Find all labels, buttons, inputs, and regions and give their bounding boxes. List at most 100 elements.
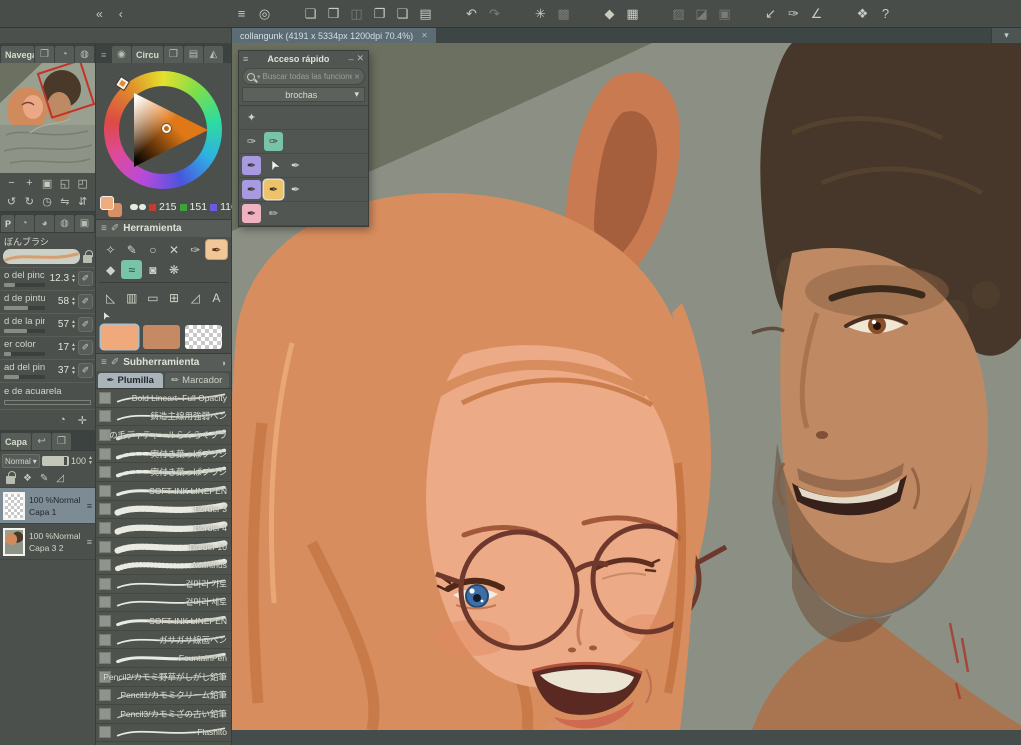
- brush-list-item[interactable]: Pencil1/カモミクリーム鉛筆: [96, 687, 231, 706]
- brush-list-item[interactable]: Pencil2/カモミ野草がしがし鉛筆: [96, 668, 231, 687]
- rotate-left-button[interactable]: ↺: [3, 193, 20, 209]
- brush-list-item[interactable]: FountainPen: [96, 649, 231, 668]
- sep[interactable]: [506, 3, 529, 25]
- export-as-icon[interactable]: ❑: [391, 3, 414, 25]
- transparent-swatch[interactable]: [185, 325, 222, 349]
- layer-thumbnail[interactable]: [3, 528, 25, 556]
- eyedropper-tool[interactable]: ✧: [100, 240, 121, 259]
- minimize-icon[interactable]: –: [348, 54, 353, 64]
- frame-border-tool[interactable]: ⊞: [163, 288, 184, 307]
- flip-horizontal-button[interactable]: ⇋: [56, 193, 73, 209]
- blend-tool-active[interactable]: ≈: [121, 260, 142, 279]
- pen-shortcut-tile[interactable]: ✒: [264, 180, 283, 199]
- tab-layers[interactable]: Capa: [1, 433, 31, 450]
- color-wheel[interactable]: [96, 63, 231, 195]
- brush-list-item[interactable]: 겉머리 세로: [96, 594, 231, 613]
- tab-color-set2-icon[interactable]: ▤: [184, 46, 203, 63]
- selection-ruler-icon[interactable]: ∠: [805, 3, 828, 25]
- pen-tool[interactable]: ✎: [121, 240, 142, 259]
- panel-menu-icon[interactable]: ≡: [97, 46, 111, 63]
- pen-shortcut-tile[interactable]: ✒: [242, 180, 261, 199]
- panel-menu-icon[interactable]: ≡: [101, 357, 107, 368]
- brush-list-item[interactable]: SOFT-INK LINEPEN: [96, 612, 231, 631]
- fit-screen-button[interactable]: ▣: [39, 175, 56, 191]
- lock-layer-icon[interactable]: [6, 476, 15, 484]
- layer-row[interactable]: 100 %Normal Capa 1 ≡: [0, 488, 95, 524]
- layer-handle-icon[interactable]: ≡: [87, 501, 92, 511]
- slider-dynamics-button[interactable]: ✐: [78, 294, 93, 309]
- fill-icon[interactable]: ◆: [598, 3, 621, 25]
- marker-shortcut-tile[interactable]: ✏: [264, 204, 283, 223]
- brush-list-item[interactable]: Border 10: [96, 538, 231, 557]
- slider-stepper[interactable]: ▲▼: [71, 343, 76, 353]
- brush-list-item[interactable]: Flashito: [96, 724, 231, 743]
- close-icon[interactable]: ✕: [356, 53, 364, 64]
- panel-menu-icon[interactable]: ≡: [101, 223, 107, 234]
- tab-information-icon[interactable]: ◍: [75, 46, 94, 63]
- foreground-background-swatches[interactable]: [99, 196, 127, 218]
- sub-color-swatch[interactable]: [143, 325, 180, 349]
- brush-list-item[interactable]: 겉머리 가로: [96, 575, 231, 594]
- tab-brush-size-icon[interactable]: ◔: [15, 215, 34, 232]
- selection-border-icon[interactable]: ▣: [713, 3, 736, 25]
- collapse-panels-icon[interactable]: «: [96, 7, 103, 21]
- sep[interactable]: [644, 3, 667, 25]
- balloon-tool[interactable]: ◙: [142, 260, 163, 279]
- menu-icon[interactable]: ≡: [230, 3, 253, 25]
- search-clear-icon[interactable]: ✕: [354, 73, 360, 81]
- fit-window-button[interactable]: ◰: [74, 175, 91, 191]
- brush-list-item[interactable]: SOFT-INK LINEPEN: [96, 482, 231, 501]
- tab-tool-property[interactable]: P: [1, 215, 14, 232]
- brush-tool[interactable]: ✑: [185, 240, 206, 259]
- tab-subview-icon[interactable]: ◔: [55, 46, 74, 63]
- slider-dynamics-button[interactable]: ✐: [78, 317, 93, 332]
- fill-tool[interactable]: ◆: [100, 260, 121, 279]
- slider-stepper[interactable]: ▲▼: [71, 297, 76, 307]
- tab-history-icon[interactable]: ▣: [75, 215, 94, 232]
- back-icon[interactable]: ‹: [119, 7, 123, 21]
- lasso-tool[interactable]: ○: [142, 240, 163, 259]
- tab-navigator[interactable]: Navega: [1, 46, 34, 63]
- tool-property-slider[interactable]: d de pintura 58 ▲▼ ✐: [0, 290, 95, 313]
- add-item-tile[interactable]: ✦: [242, 108, 261, 127]
- clear-icon[interactable]: ✳: [529, 3, 552, 25]
- decoration-tool[interactable]: ❋: [163, 260, 184, 279]
- selection-launcher-icon[interactable]: ↙: [759, 3, 782, 25]
- set-select-dropdown[interactable]: brochas ▾: [242, 87, 365, 102]
- zoom-out-button[interactable]: −: [3, 175, 20, 191]
- slider-dynamics-button[interactable]: ✐: [78, 340, 93, 355]
- tab-intermediate-color-icon[interactable]: ◭: [204, 46, 223, 63]
- figure-tool[interactable]: ◿: [185, 288, 206, 307]
- canvas[interactable]: ≡ Acceso rápido – ✕ ▾ Buscar todas las f…: [232, 43, 1021, 745]
- brush-list-item[interactable]: Bold Lineart~Full Opacity: [96, 389, 231, 408]
- sep[interactable]: [437, 3, 460, 25]
- sep[interactable]: [736, 3, 759, 25]
- tab-color-wheel[interactable]: Circu: [132, 46, 163, 63]
- brush-list-item[interactable]: 鋳造主線用強弱ペン: [96, 408, 231, 427]
- cursor-shortcut-tile[interactable]: ➤: [261, 153, 286, 178]
- sep[interactable]: [575, 3, 598, 25]
- tool-property-slider[interactable]: o del pincel 12.3 ▲▼ ✐: [0, 267, 95, 290]
- sep[interactable]: [828, 3, 851, 25]
- app-logo-icon[interactable]: ◎: [253, 3, 276, 25]
- help-icon[interactable]: ?: [874, 3, 897, 25]
- brush-list-item[interactable]: 実付き葉っぱブラシ: [96, 445, 231, 464]
- color-wheel-icon[interactable]: ◉: [112, 46, 131, 63]
- tab-color-set-icon[interactable]: ◕: [35, 215, 54, 232]
- gradient-tool[interactable]: ▥: [121, 288, 142, 307]
- brush-list-item[interactable]: Pencil3/カモミざの古い鉛筆: [96, 705, 231, 724]
- tab-quick-access-icon[interactable]: ❐: [35, 46, 54, 63]
- pen-shortcut-tile[interactable]: ✒: [242, 156, 261, 175]
- slider-stepper[interactable]: ▲▼: [71, 320, 76, 330]
- brush-list-item[interactable]: の毛ディティールらくらくブラ: [96, 426, 231, 445]
- brush-shortcut-tile[interactable]: ✑: [264, 132, 283, 151]
- object-select-icon[interactable]: ➤: [99, 309, 113, 321]
- tab-color-mix-icon[interactable]: ◍: [55, 215, 74, 232]
- sv-cursor[interactable]: [162, 124, 171, 133]
- panel-menu-icon[interactable]: ≡: [243, 54, 248, 64]
- reset-rotation-button[interactable]: ◷: [39, 193, 56, 209]
- export-icon[interactable]: ❐: [368, 3, 391, 25]
- watercolor-edge-row[interactable]: e de acuarela: [0, 382, 95, 409]
- layer-opacity-stepper[interactable]: ▲▼: [88, 456, 93, 466]
- timelapse-icon[interactable]: ◔: [59, 414, 66, 427]
